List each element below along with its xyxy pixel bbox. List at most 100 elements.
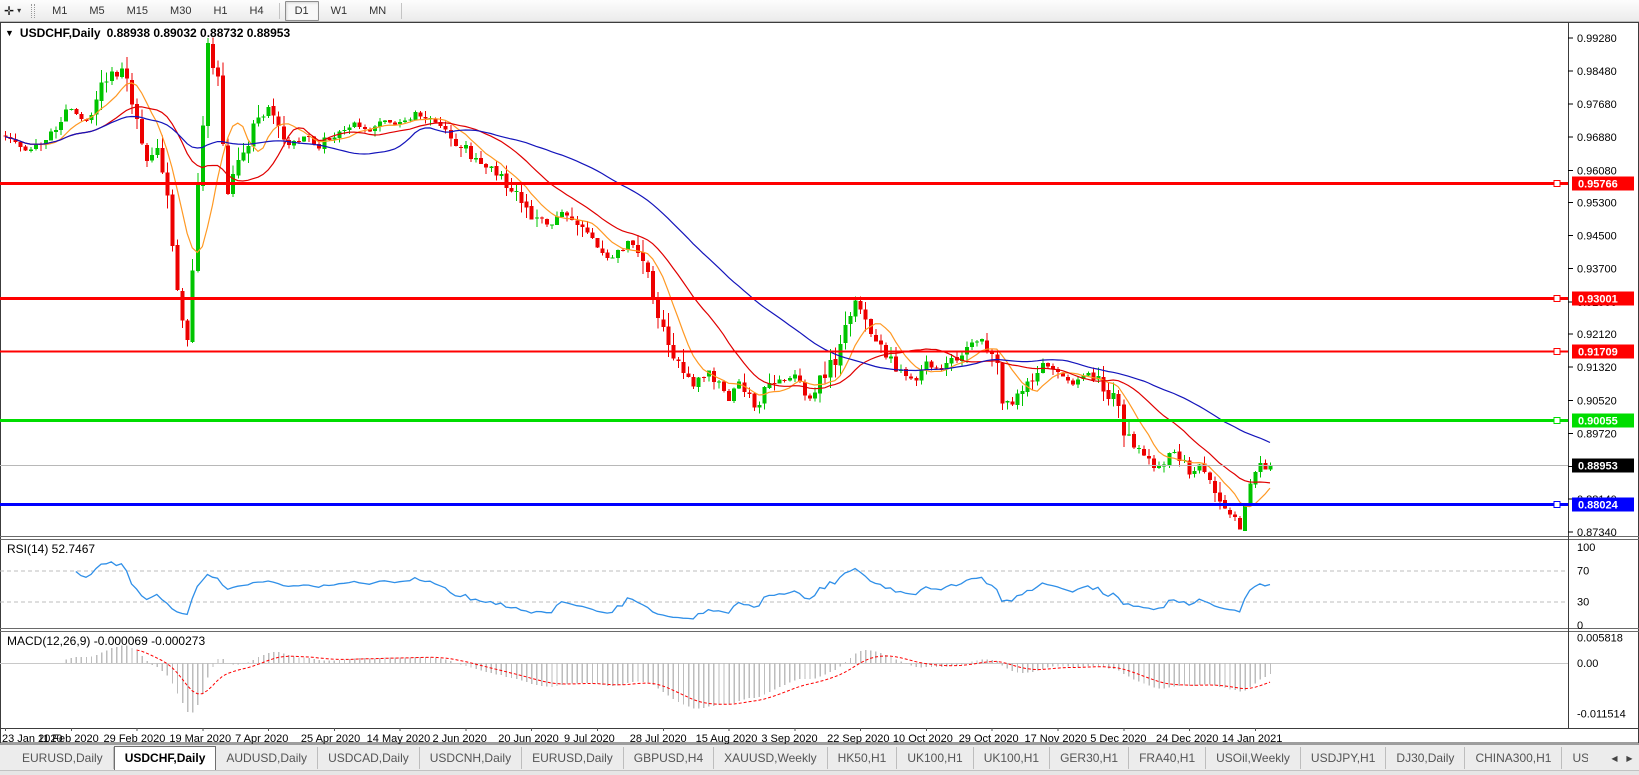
hline-badge-0.95766: 0.95766 (1572, 176, 1634, 191)
date-tick-label: 14 May 2020 (367, 733, 431, 744)
hline-badge-0.90055: 0.90055 (1572, 413, 1634, 428)
chart-title: ▼ USDCHF,Daily 0.88938 0.89032 0.88732 0… (5, 26, 290, 40)
chart-tab-ger30-h1[interactable]: GER30,H1 (1050, 746, 1130, 769)
date-tick-label: 25 Apr 2020 (301, 733, 360, 744)
chart-tab-uk100-h1[interactable]: UK100,H1 (897, 746, 974, 769)
date-tick-label: 19 Mar 2020 (169, 733, 231, 744)
date-tick-label: 29 Feb 2020 (104, 733, 166, 744)
chart-tab-usoil-weekly[interactable]: USOil,Weekly (1206, 746, 1301, 769)
date-tick-label: 7 Apr 2020 (235, 733, 288, 744)
toolbar-separator (278, 2, 280, 19)
chart-tab-eurusd-daily[interactable]: EURUSD,Daily (12, 746, 114, 769)
timeframe-button-m5[interactable]: M5 (79, 1, 114, 21)
price-tick-label: 0.95300 (1577, 198, 1617, 210)
hline-0.88024[interactable] (0, 501, 1568, 508)
tab-scroll-buttons: ◀ ▶ (1603, 745, 1637, 770)
chart-tabs: EURUSD,Daily USDCHF,Daily AUDUSD,Daily USDC… (12, 745, 1588, 770)
rsi-tick-label: 100 (1577, 542, 1595, 554)
timeframe-button-d1[interactable]: D1 (284, 0, 319, 21)
crosshair-tool-button[interactable]: ✛ ▾ (0, 1, 25, 21)
chart-tab-gbpusd-h4[interactable]: GBPUSD,H4 (624, 746, 715, 769)
rsi-pane: 100 70 30 0 (0, 542, 1595, 632)
chart-tab-hk50-h1[interactable]: HK50,H1 (828, 746, 898, 769)
svg-text:0.90055: 0.90055 (1578, 416, 1618, 428)
price-tick-label: 0.89720 (1577, 428, 1617, 440)
timeframe-button-m15[interactable]: M15 (117, 1, 158, 21)
timeframe-button-m30[interactable]: M30 (160, 1, 201, 21)
chart-title-ohlc: 0.88938 0.89032 0.88732 0.88953 (106, 26, 291, 40)
price-tick-label: 0.87340 (1577, 527, 1617, 539)
rsi-tick-label: 0 (1577, 620, 1583, 632)
current-price-badge: 0.88953 (1572, 458, 1634, 473)
rsi-tick-label: 70 (1577, 565, 1589, 577)
date-tick-label: 24 Dec 2020 (1156, 733, 1218, 744)
toolbar-separator (401, 2, 403, 19)
rsi-tick-label: 30 (1577, 597, 1589, 609)
price-chart-canvas[interactable]: 0.99280 0.98480 0.97680 0.96880 0.96080 0.953… (0, 22, 1639, 744)
crosshair-icon: ✛ (4, 3, 15, 18)
timeframe-button-m1[interactable]: M1 (42, 1, 77, 21)
chart-tab-usdcad-daily[interactable]: USDCAD,Daily (318, 746, 420, 769)
svg-text:0.91709: 0.91709 (1578, 347, 1618, 359)
chart-tab-china300-h1[interactable]: CHINA300,H1 (1465, 746, 1563, 769)
ma-line-8 (4, 82, 1271, 508)
chart-tab-dj30-daily[interactable]: DJ30,Daily (1386, 746, 1466, 769)
price-tick-label: 0.98480 (1577, 66, 1617, 78)
timeframe-buttons: M1 M5 M15 M30 H1 H4 D1 W1 MN (41, 0, 406, 21)
caret-down-icon[interactable]: ▼ (5, 28, 14, 38)
price-tick-label: 0.93700 (1577, 264, 1617, 276)
date-tick-label: 10 Oct 2020 (893, 733, 953, 744)
hline-0.90055[interactable] (0, 417, 1568, 424)
tab-scroll-right-button[interactable]: ▶ (1622, 750, 1637, 766)
svg-text:0.95766: 0.95766 (1578, 179, 1618, 191)
top-toolbar: ✛ ▾ M1 M5 M15 M30 H1 H4 D1 W1 MN (0, 0, 1639, 22)
hline-badge-0.93001: 0.93001 (1572, 291, 1634, 306)
date-tick-label: 20 Jun 2020 (498, 733, 559, 744)
date-tick-label: 11 Feb 2020 (38, 733, 99, 744)
timeframe-button-h4[interactable]: H4 (240, 1, 274, 21)
caret-down-icon: ▾ (17, 6, 22, 15)
tab-scroll-left-button[interactable]: ◀ (1607, 750, 1622, 766)
candles (3, 37, 1273, 531)
hline-badge-0.91709: 0.91709 (1572, 344, 1634, 359)
date-tick-label: 9 Jul 2020 (564, 733, 615, 744)
timeframe-button-h1[interactable]: H1 (203, 1, 237, 21)
bottom-strip (0, 770, 1639, 775)
price-tick-label: 0.96080 (1577, 165, 1617, 177)
chart-tab-usdcnh-daily[interactable]: USDCNH,Daily (420, 746, 523, 769)
hline-0.91709[interactable] (0, 348, 1568, 355)
macd-pane: 0.005818 0.00 -0.011514 (0, 632, 1626, 721)
arrow-right-icon: ▶ (1626, 753, 1633, 763)
date-tick-label: 22 Sep 2020 (827, 733, 889, 744)
date-tick-label: 3 Sep 2020 (761, 733, 817, 744)
arrow-left-icon: ◀ (1611, 753, 1618, 763)
date-tick-label: 2 Jun 2020 (432, 733, 486, 744)
time-scale[interactable]: 23 Jan 202011 Feb 2020 29 Feb 2020 19 Mar … (2, 728, 1282, 744)
chart-tab-uk100-h1[interactable]: UK100,H1 (974, 746, 1051, 769)
chart-tab-audusd-daily[interactable]: AUDUSD,Daily (216, 746, 319, 769)
price-tick-label: 0.96880 (1577, 132, 1617, 144)
chart-tab-eurusd-daily[interactable]: EURUSD,Daily (522, 746, 624, 769)
timeframe-button-mn[interactable]: MN (359, 1, 396, 21)
date-tick-label: 15 Aug 2020 (696, 733, 758, 744)
svg-text:0.93001: 0.93001 (1578, 294, 1618, 306)
chart-tab-fra40-h1[interactable]: FRA40,H1 (1129, 746, 1207, 769)
date-tick-label: 28 Jul 2020 (630, 733, 687, 744)
price-tick-label: 0.94500 (1577, 231, 1617, 243)
chart-tab-usdchf-daily[interactable]: USDCHF,Daily (113, 745, 217, 770)
chart-tab-bar: EURUSD,Daily USDCHF,Daily AUDUSD,Daily USDC… (0, 744, 1639, 770)
svg-text:0.88953: 0.88953 (1578, 461, 1618, 473)
toolbar-grip[interactable] (31, 3, 36, 18)
chart-tab-partial[interactable]: US (1562, 747, 1588, 769)
price-tick-label: 0.99280 (1577, 33, 1617, 45)
chart-window[interactable]: 0.99280 0.98480 0.97680 0.96880 0.96080 0.953… (0, 22, 1639, 744)
chart-tab-xauusd-weekly[interactable]: XAUUSD,Weekly (714, 746, 828, 769)
price-tick-label: 0.91320 (1577, 362, 1617, 374)
timeframe-button-w1[interactable]: W1 (321, 1, 358, 21)
hline-0.93001[interactable] (0, 295, 1568, 302)
date-tick-label: 17 Nov 2020 (1024, 733, 1086, 744)
price-tick-label: 0.97680 (1577, 99, 1617, 111)
hline-badge-0.88024: 0.88024 (1572, 497, 1634, 512)
price-tick-label: 0.90520 (1577, 395, 1617, 407)
chart-tab-usdjpy-h1[interactable]: USDJPY,H1 (1301, 746, 1387, 769)
